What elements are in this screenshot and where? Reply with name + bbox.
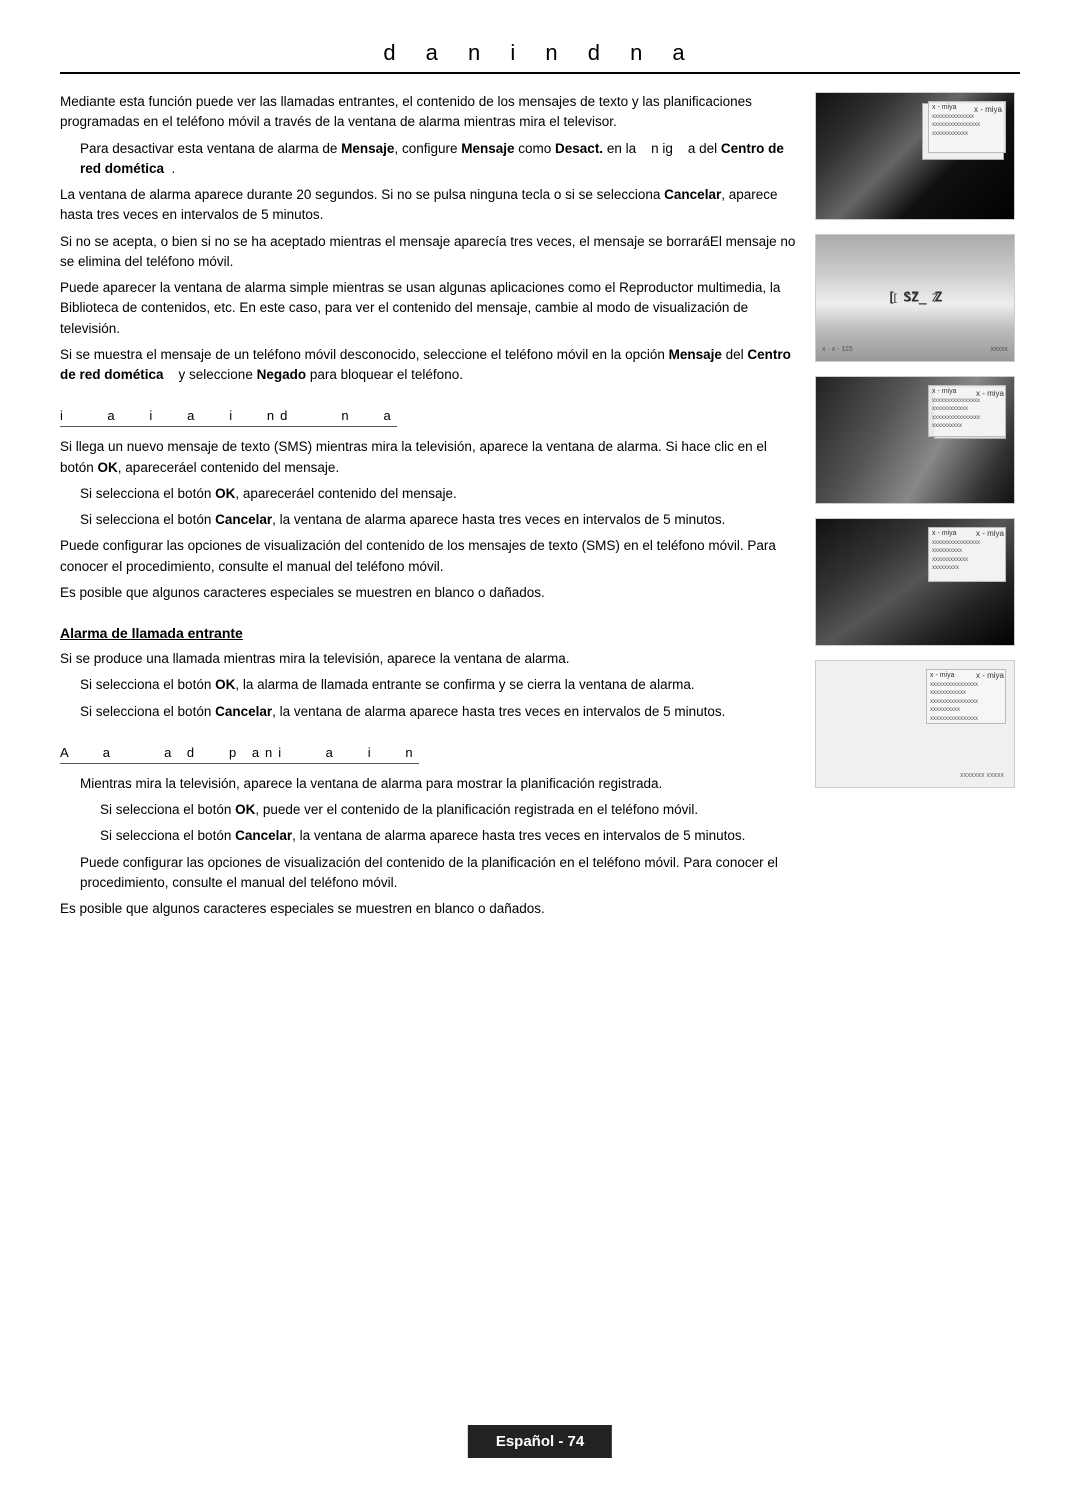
sms-heading: i a i a i nd n a: [60, 408, 397, 427]
incoming-p2: Si selecciona el botón OK, la alarma de …: [80, 675, 800, 695]
sms-section: i a i a i nd n a Si llega un nuevo mensa…: [60, 407, 800, 603]
intro-section: Mediante esta función puede ver las llam…: [60, 92, 800, 385]
page-title: d a n i n d n a: [60, 40, 1020, 74]
schedule-p3: Si selecciona el botón Cancelar, la vent…: [100, 826, 800, 846]
intro-p6: Si se muestra el mensaje de un teléfono …: [60, 345, 800, 386]
incoming-p3: Si selecciona el botón Cancelar, la vent…: [80, 702, 800, 722]
intro-p5: Puede aparecer la ventana de alarma simp…: [60, 278, 800, 339]
section-image-1: x - miya xxxxxxxxxxxxxxxxxxxxxxxxxxxxxxx…: [815, 92, 1015, 220]
sms-p5: Es posible que algunos caracteres especi…: [60, 583, 800, 603]
schedule-section: A a a d p ani a i n Mientras mira la tel…: [60, 744, 800, 920]
schedule-p1: Mientras mira la televisión, aparece la …: [80, 774, 800, 794]
sms-p4: Puede configurar las opciones de visuali…: [60, 536, 800, 577]
intro-p3: La ventana de alarma aparece durante 20 …: [60, 185, 800, 226]
intro-p4: Si no se acepta, o bien si no se ha acep…: [60, 232, 800, 273]
schedule-p4: Puede configurar las opciones de visuali…: [80, 853, 800, 894]
footer-badge: Español - 74: [468, 1425, 612, 1458]
incoming-call-heading: Alarma de llamada entrante: [60, 625, 800, 641]
section-image-2: [ SZ_ Z x · x - 115 xxxxx: [815, 234, 1015, 362]
sms-p3: Si selecciona el botón Cancelar, la vent…: [80, 510, 800, 530]
incoming-call-section: Alarma de llamada entrante Si se produce…: [60, 625, 800, 722]
schedule-p2: Si selecciona el botón OK, puede ver el …: [100, 800, 800, 820]
section-image-5: x - miya xxxxxxxxxxxxxxxxxxxxxxxxxxxxxxx…: [815, 660, 1015, 788]
section-image-4: x - miya xxxxxxxxxxxxxxxxxxxxxxxxxxxxxxx…: [815, 518, 1015, 646]
sms-p2: Si selecciona el botón OK, apareceráel c…: [80, 484, 800, 504]
intro-p2: Para desactivar esta ventana de alarma d…: [80, 139, 800, 180]
intro-p1: Mediante esta función puede ver las llam…: [60, 92, 800, 133]
sms-p1: Si llega un nuevo mensaje de texto (SMS)…: [60, 437, 800, 478]
incoming-p1: Si se produce una llamada mientras mira …: [60, 649, 800, 669]
schedule-p5: Es posible que algunos caracteres especi…: [60, 899, 800, 919]
schedule-heading: A a a d p ani a i n: [60, 745, 419, 764]
section-image-3: x - miya xxxxxxxxxxxxxxxxxxxxxxxxxxxxxxx…: [815, 376, 1015, 504]
